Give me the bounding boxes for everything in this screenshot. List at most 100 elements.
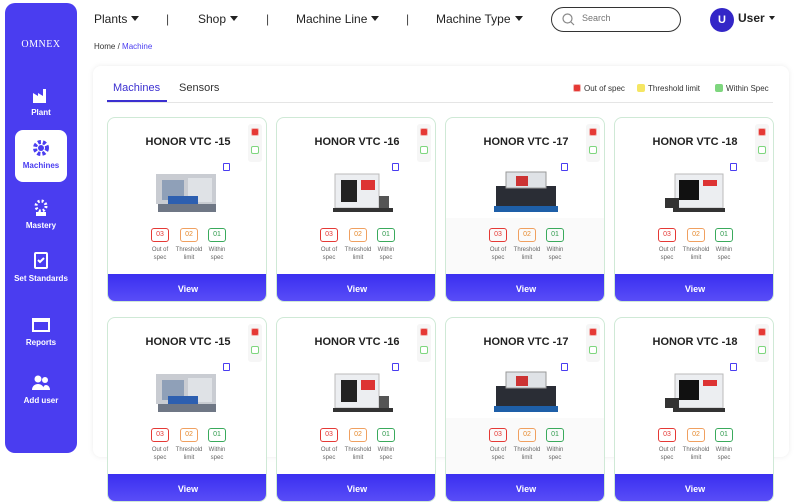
user-menu[interactable]: User: [738, 11, 775, 25]
search-box[interactable]: [551, 7, 681, 32]
breadcrumb-current: Machine: [122, 42, 153, 51]
within-spec-label: Within spec: [208, 247, 226, 261]
machine-image: [645, 166, 745, 216]
view-button[interactable]: View: [277, 474, 435, 501]
threshold-count: 02: [349, 428, 367, 442]
out-of-spec-label: Out of spec: [658, 247, 676, 261]
sidebar-item-label: Plant: [31, 108, 51, 117]
out-of-spec-count: 03: [658, 228, 676, 242]
machine-type-dropdown[interactable]: Machine Type: [436, 12, 523, 26]
sidebar-item-label: Machines: [22, 161, 60, 170]
status-lamp-green: [251, 346, 259, 354]
out-of-spec-label: Out of spec: [151, 247, 169, 261]
machine-card[interactable]: HONOR VTC -18 03 02 01 Out of spec Threshold …: [614, 117, 774, 302]
machine-title: HONOR VTC -15: [145, 136, 231, 148]
caret-down-icon: [131, 16, 140, 21]
within-spec-label: Within spec: [546, 447, 564, 461]
machine-title: HONOR VTC -16: [314, 336, 400, 348]
out-of-spec-label: Out of spec: [489, 447, 507, 461]
out-of-spec-label: Out of spec: [489, 247, 507, 261]
sidebar-item-label: Set Standards: [14, 274, 68, 283]
view-button[interactable]: View: [446, 474, 604, 501]
threshold-label: Threshold limit: [175, 447, 203, 461]
search-icon: [562, 13, 575, 26]
machine-card[interactable]: HONOR VTC -15 03 02 01 Out of spec Threshold …: [107, 117, 267, 302]
threshold-count: 02: [687, 428, 705, 442]
legend-out-of-spec: Out of spec: [573, 84, 625, 93]
threshold-count: 02: [349, 228, 367, 242]
status-lamp-red: [758, 128, 766, 136]
within-spec-label: Within spec: [208, 447, 226, 461]
legend-swatch: [715, 84, 723, 92]
status-lamp-green: [758, 346, 766, 354]
breadcrumb: Home / Machine: [94, 42, 153, 51]
status-lamp-green: [758, 146, 766, 154]
machine-image: [476, 166, 576, 216]
threshold-label: Threshold limit: [344, 247, 372, 261]
out-of-spec-count: 03: [151, 228, 169, 242]
out-of-spec-count: 03: [151, 428, 169, 442]
view-button[interactable]: View: [615, 474, 773, 501]
view-button[interactable]: View: [108, 274, 266, 301]
settings-icon: [34, 199, 48, 216]
top-bar: Plants | Shop | Machine Line | Machine T…: [94, 0, 802, 38]
within-spec-count: 01: [715, 428, 733, 442]
view-button[interactable]: View: [615, 274, 773, 301]
shop-dropdown[interactable]: Shop: [198, 12, 239, 26]
machine-image: [138, 166, 238, 216]
sidebar-item-mastery[interactable]: Mastery: [5, 198, 77, 230]
within-spec-label: Within spec: [377, 247, 395, 261]
tab-machines[interactable]: Machines: [113, 82, 160, 94]
threshold-count: 02: [180, 228, 198, 242]
threshold-label: Threshold limit: [175, 247, 203, 261]
plants-dropdown[interactable]: Plants: [94, 12, 140, 26]
factory-icon: [33, 89, 46, 103]
avatar[interactable]: U: [710, 8, 734, 32]
status-lamp-green: [589, 346, 597, 354]
out-of-spec-count: 03: [489, 428, 507, 442]
threshold-label: Threshold limit: [513, 447, 541, 461]
users-icon: [32, 375, 50, 390]
sidebar-item-label: Add user: [23, 396, 59, 405]
machine-card[interactable]: HONOR VTC -17 03 02 01 Out of spec Threshold …: [445, 117, 605, 302]
view-button[interactable]: View: [446, 274, 604, 301]
machine-card[interactable]: HONOR VTC -16 03 02 01 Out of spec Threshold …: [276, 117, 436, 302]
machine-image: [307, 166, 407, 216]
legend-within-spec: Within Spec: [715, 84, 769, 93]
status-lamp-green: [589, 146, 597, 154]
tab-sensors[interactable]: Sensors: [179, 82, 219, 94]
machine-card[interactable]: HONOR VTC -17 03 02 01 Out of spec Threshold …: [445, 317, 605, 502]
out-of-spec-count: 03: [320, 228, 338, 242]
sidebar-item-add-user[interactable]: Add user: [5, 373, 77, 405]
tab-divider: [107, 102, 773, 103]
view-button[interactable]: View: [277, 274, 435, 301]
sidebar-item-set-standards[interactable]: Set Standards: [5, 251, 77, 283]
machine-image: [307, 366, 407, 416]
machine-line-dropdown[interactable]: Machine Line: [296, 12, 380, 26]
within-spec-count: 01: [208, 228, 226, 242]
legend-swatch: [637, 84, 645, 92]
breadcrumb-home[interactable]: Home: [94, 42, 115, 51]
within-spec-count: 01: [377, 228, 395, 242]
machine-card[interactable]: HONOR VTC -16 03 02 01 Out of spec Threshold …: [276, 317, 436, 502]
machine-title: HONOR VTC -15: [145, 336, 231, 348]
caret-down-icon: [230, 16, 239, 21]
status-lamp-red: [420, 328, 428, 336]
machine-card[interactable]: HONOR VTC -15 03 02 01 Out of spec Threshold …: [107, 317, 267, 502]
out-of-spec-count: 03: [658, 428, 676, 442]
machine-title: HONOR VTC -16: [314, 136, 400, 148]
search-input[interactable]: [582, 13, 672, 23]
machine-card[interactable]: HONOR VTC -18 03 02 01 Out of spec Threshold …: [614, 317, 774, 502]
sidebar-item-machines[interactable]: Machines: [15, 130, 67, 182]
sidebar-item-reports[interactable]: Reports: [5, 315, 77, 347]
sidebar-item-plant[interactable]: Plant: [5, 85, 77, 117]
out-of-spec-count: 03: [489, 228, 507, 242]
active-tab-indicator: [107, 100, 167, 102]
out-of-spec-count: 03: [320, 428, 338, 442]
status-lamp-red: [251, 128, 259, 136]
view-button[interactable]: View: [108, 474, 266, 501]
divider: |: [266, 12, 270, 26]
folder-icon: [32, 318, 50, 332]
out-of-spec-label: Out of spec: [658, 447, 676, 461]
status-lamp-red: [589, 328, 597, 336]
